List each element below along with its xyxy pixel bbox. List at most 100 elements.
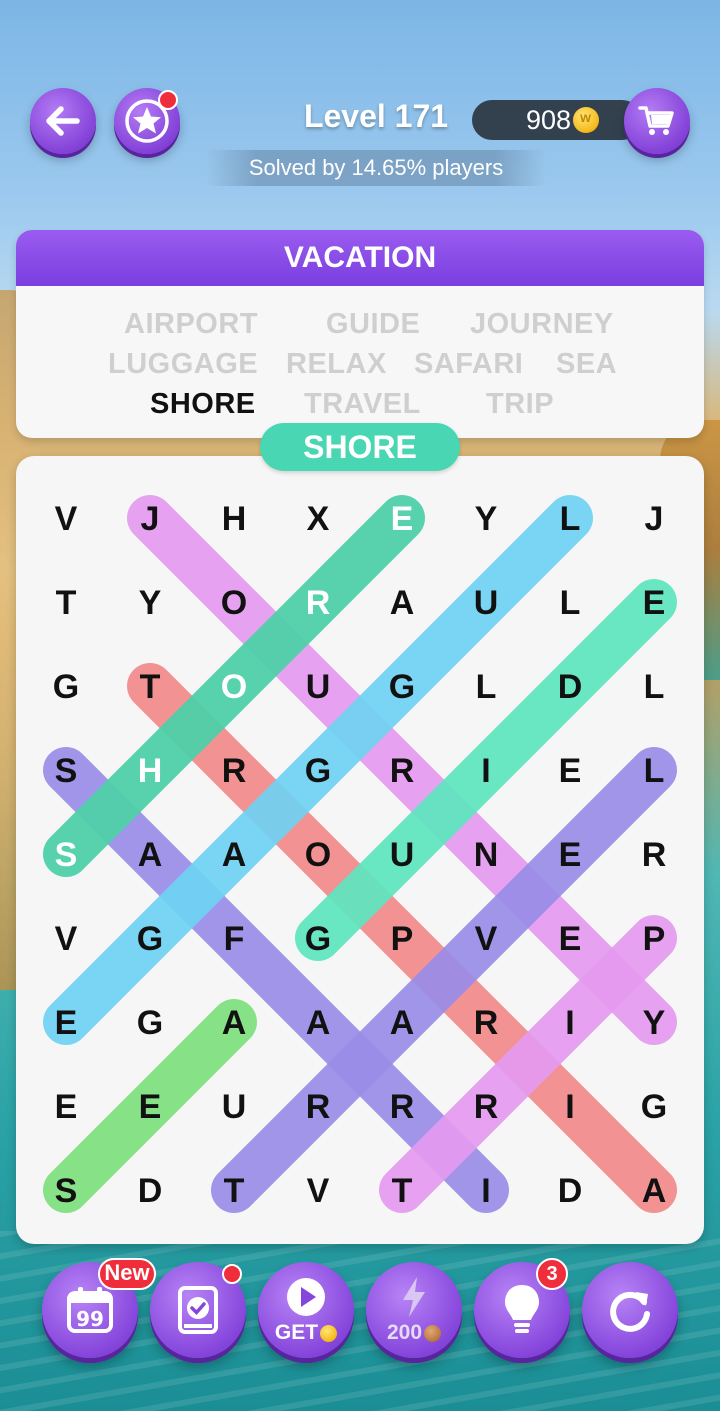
cart-icon	[638, 106, 674, 135]
grid-letter[interactable]: T	[56, 584, 77, 622]
grid-letter[interactable]: D	[138, 1172, 163, 1210]
grid-letter[interactable]: H	[222, 500, 247, 538]
grid-letter[interactable]: I	[565, 1004, 574, 1042]
grid-letter[interactable]: U	[474, 584, 499, 622]
grid-letter[interactable]: U	[306, 668, 331, 706]
grid-letter[interactable]: Y	[643, 1004, 666, 1042]
grid-letter[interactable]: L	[560, 500, 581, 538]
grid-letter[interactable]: G	[53, 668, 79, 706]
favorite-button[interactable]	[114, 88, 180, 154]
grid-letter[interactable]: A	[222, 1004, 247, 1042]
coin-icon	[573, 107, 600, 133]
word-travel: TRAVEL	[304, 388, 421, 420]
grid-letter[interactable]: A	[390, 584, 415, 622]
level-title: Level 171	[303, 98, 449, 134]
get-label-row: GET	[275, 1321, 338, 1345]
grid-letter[interactable]: V	[55, 920, 78, 958]
grid-letter[interactable]: R	[390, 1088, 415, 1126]
grid-letter[interactable]: S	[55, 836, 78, 874]
grid-letter[interactable]: O	[305, 836, 331, 874]
restart-button[interactable]	[582, 1262, 678, 1358]
grid-letter[interactable]: A	[138, 836, 163, 874]
category-title: VACATION	[16, 230, 704, 286]
grid-letter[interactable]: T	[392, 1172, 413, 1210]
grid-letter[interactable]: A	[642, 1172, 667, 1210]
word-airport: AIRPORT	[124, 308, 258, 340]
grid-letter[interactable]: G	[305, 752, 331, 790]
grid-letter[interactable]: G	[389, 668, 415, 706]
grid-letter[interactable]: U	[390, 836, 415, 874]
grid-letter[interactable]: J	[645, 500, 664, 538]
grid-letter[interactable]: L	[560, 584, 581, 622]
grid-letter[interactable]: E	[643, 584, 666, 622]
energy-cost-row: 200	[386, 1321, 442, 1345]
grid-letter[interactable]: P	[643, 920, 666, 958]
grid-letter[interactable]: L	[644, 668, 665, 706]
solved-stats: Solved by 14.65% players	[206, 150, 546, 186]
grid-letter[interactable]: A	[390, 1004, 415, 1042]
grid-letter[interactable]: L	[644, 752, 665, 790]
energy-cost: 200	[386, 1321, 423, 1344]
grid-letter[interactable]: S	[55, 752, 78, 790]
grid-letter[interactable]: Y	[139, 584, 162, 622]
grid-letter[interactable]: R	[390, 752, 415, 790]
grid-letter[interactable]: Y	[475, 500, 498, 538]
grid-letter[interactable]: V	[475, 920, 498, 958]
grid-letter[interactable]: O	[221, 668, 247, 706]
grid-letter[interactable]: G	[137, 1004, 163, 1042]
grid-letter[interactable]: E	[559, 836, 582, 874]
grid-letter[interactable]: E	[559, 752, 582, 790]
arrow-left-icon	[46, 106, 80, 136]
grid-letter[interactable]: R	[306, 1088, 331, 1126]
grid-letter[interactable]: O	[221, 584, 247, 622]
collection-book-button[interactable]	[150, 1262, 246, 1358]
grid-letter[interactable]: A	[222, 836, 247, 874]
grid-letter[interactable]: I	[565, 1088, 574, 1126]
word-safari: SAFARI	[414, 348, 524, 380]
grid-letter[interactable]: U	[222, 1088, 247, 1126]
grid-letter[interactable]: E	[55, 1088, 78, 1126]
grid-letter[interactable]: H	[138, 752, 163, 790]
grid-letter[interactable]: E	[559, 920, 582, 958]
notification-dot	[158, 90, 178, 110]
hint-count-badge: 3	[536, 1258, 568, 1290]
grid-letter[interactable]: T	[140, 668, 161, 706]
grid-letter[interactable]: E	[391, 500, 414, 538]
grid-letter[interactable]: D	[558, 1172, 583, 1210]
grid-letter[interactable]: A	[306, 1004, 331, 1042]
lightbulb-icon	[505, 1285, 539, 1333]
grid-letter[interactable]: E	[55, 1004, 78, 1042]
grid-letter[interactable]: L	[476, 668, 497, 706]
grid-letter[interactable]: G	[137, 920, 163, 958]
grid-letter[interactable]: R	[474, 1004, 499, 1042]
coin-icon	[424, 1324, 442, 1342]
grid-letter[interactable]: G	[641, 1088, 667, 1126]
grid-letter[interactable]: G	[305, 920, 331, 958]
grid-letter[interactable]: D	[558, 668, 583, 706]
get-coins-video-button[interactable]: GET	[258, 1262, 354, 1358]
grid-letter[interactable]: T	[224, 1172, 245, 1210]
lightning-icon	[403, 1277, 425, 1317]
grid-letter[interactable]: V	[307, 1172, 330, 1210]
grid-letter[interactable]: V	[55, 500, 78, 538]
letter-grid[interactable]: V J H X E Y L J T Y O R A U L E G T O U G L D L S H R G R I E L S A A O U N E R…	[16, 456, 704, 1244]
energy-booster-button[interactable]: 200	[366, 1262, 462, 1358]
back-button[interactable]	[30, 88, 96, 154]
shop-button[interactable]	[624, 88, 690, 154]
grid-letter[interactable]: S	[55, 1172, 78, 1210]
word-shore: SHORE	[150, 388, 256, 420]
play-icon	[287, 1278, 325, 1316]
grid-letter[interactable]: P	[391, 920, 414, 958]
notification-dot	[222, 1264, 242, 1284]
grid-letter[interactable]: R	[642, 836, 667, 874]
grid-letter[interactable]: X	[307, 500, 330, 538]
grid-letter[interactable]: N	[474, 836, 499, 874]
grid-letter[interactable]: R	[222, 752, 247, 790]
grid-letter[interactable]: E	[139, 1088, 162, 1126]
grid-letter[interactable]: I	[481, 1172, 490, 1210]
grid-letter[interactable]: F	[224, 920, 245, 958]
grid-letter[interactable]: R	[474, 1088, 499, 1126]
grid-letter[interactable]: J	[141, 500, 160, 538]
grid-letter[interactable]: R	[306, 584, 331, 622]
grid-letter[interactable]: I	[481, 752, 490, 790]
